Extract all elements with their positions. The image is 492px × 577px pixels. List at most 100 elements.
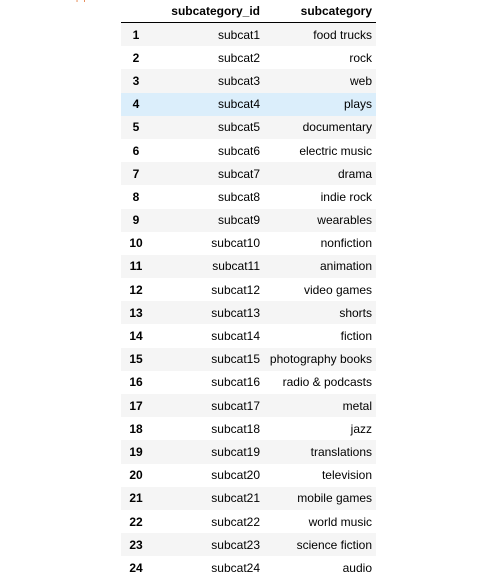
cell-subcategory: indie rock — [320, 189, 372, 204]
cell-subcategory-id: subcat2 — [217, 50, 260, 65]
table-row: 21 subcat21 mobile games — [121, 486, 376, 510]
row-index: 14 — [129, 329, 143, 344]
row-index: 8 — [132, 189, 140, 204]
table-body: 1 subcat1 food trucks 2 subcat2 rock 3 subcat3 w… — [121, 22, 376, 577]
cell-subcategory: web — [349, 73, 372, 88]
table-row: 5 subcat5 documentary — [121, 115, 376, 139]
column-header-subcategory: subcategory — [264, 0, 376, 23]
cell-subcategory-id: subcat13 — [211, 305, 260, 320]
cell-subcategory-id: subcat23 — [211, 537, 260, 552]
cell-subcategory-id: subcat20 — [211, 468, 260, 483]
table-row: 13 subcat13 shorts — [121, 301, 376, 325]
row-index: 10 — [129, 236, 143, 251]
table-row: 22 subcat22 world music — [121, 509, 376, 534]
cell-subcategory-id: subcat11 — [212, 259, 260, 274]
column-header-subcategory-id: subcategory_id — [151, 0, 264, 23]
row-index: 22 — [129, 514, 143, 529]
row-index: 11 — [129, 259, 143, 274]
cell-subcategory: plays — [343, 97, 372, 112]
dataframe-table: subcategory_id subcategory 1 subcat1 food … — [121, 0, 376, 577]
row-index: 23 — [129, 537, 143, 552]
table-row: 18 subcat18 jazz — [121, 417, 376, 441]
row-index: 2 — [132, 50, 140, 65]
table-row: 20 subcat20 television — [121, 463, 376, 487]
table-row: 7 subcat7 drama — [121, 162, 376, 186]
table-row: 10 subcat10 nonfiction — [121, 231, 376, 255]
table-row: 17 subcat17 metal — [121, 394, 376, 418]
cell-subcategory: television — [321, 468, 372, 483]
cell-prompt-fragment: [ ] — [76, 0, 102, 2]
cell-subcategory-id: subcat24 — [211, 560, 260, 575]
cell-subcategory: rock — [349, 50, 372, 65]
row-index: 9 — [132, 213, 140, 228]
table-row: 12 subcat12 video games — [121, 278, 376, 302]
row-index: 1 — [132, 27, 140, 42]
table-row: 15 subcat15 photography books — [121, 347, 376, 371]
table-row: 14 subcat14 fiction — [121, 324, 376, 348]
cell-subcategory: wearables — [317, 213, 372, 228]
cell-subcategory: photography books — [269, 352, 372, 367]
row-index: 20 — [129, 468, 143, 483]
header-row: subcategory_id subcategory — [121, 0, 376, 23]
table-row: 9 subcat9 wearables — [121, 208, 376, 232]
table-header: subcategory_id subcategory — [121, 0, 376, 23]
row-index: 13 — [129, 305, 143, 320]
cell-subcategory: audio — [342, 560, 372, 575]
cell-subcategory: metal — [342, 398, 372, 413]
table-row: 1 subcat1 food trucks — [121, 22, 376, 47]
cell-subcategory-id: subcat15 — [211, 352, 260, 367]
cell-subcategory-id: subcat21 — [211, 491, 260, 506]
cell-subcategory: documentary — [302, 120, 372, 135]
cell-subcategory-id: subcat12 — [211, 282, 260, 297]
cell-subcategory-id: subcat10 — [211, 236, 260, 251]
cell-subcategory-id: subcat3 — [217, 73, 260, 88]
cell-subcategory: mobile games — [297, 491, 372, 506]
table-row: 8 subcat8 indie rock — [121, 185, 376, 209]
table-row: 4 subcat4 plays — [121, 92, 376, 116]
cell-subcategory-id: subcat14 — [211, 329, 260, 344]
table-row: 24 subcat24 audio — [121, 556, 376, 577]
cell-subcategory: world music — [308, 514, 372, 529]
index-header — [121, 0, 151, 23]
cell-subcategory: video games — [303, 282, 372, 297]
row-index: 4 — [132, 97, 140, 112]
table-row: 19 subcat19 translations — [121, 440, 376, 464]
cell-subcategory-id: subcat18 — [211, 421, 260, 436]
cell-subcategory-id: subcat9 — [217, 213, 260, 228]
cell-subcategory: fiction — [340, 329, 372, 344]
table-row: 11 subcat11 animation — [121, 254, 376, 279]
row-index: 12 — [129, 282, 143, 297]
notebook-output-area: [ ] subcategory_id subcategory 1 subcat1 f… — [0, 0, 492, 577]
cell-subcategory: jazz — [350, 421, 372, 436]
table-row: 16 subcat16 radio & podcasts — [121, 370, 376, 394]
cell-subcategory: food trucks — [313, 27, 372, 42]
row-index: 17 — [129, 398, 143, 413]
cell-subcategory: electric music — [299, 143, 372, 158]
row-index: 15 — [129, 352, 143, 367]
cell-subcategory-id: subcat16 — [211, 375, 260, 390]
row-index: 24 — [129, 560, 143, 575]
row-index: 16 — [129, 375, 143, 390]
cell-subcategory: shorts — [339, 305, 372, 320]
cell-subcategory-id: subcat7 — [217, 166, 260, 181]
cell-subcategory: radio & podcasts — [282, 375, 372, 390]
row-index: 3 — [132, 73, 140, 88]
row-index: 19 — [129, 444, 143, 459]
cell-subcategory: drama — [337, 166, 372, 181]
row-index: 6 — [132, 143, 140, 158]
cell-subcategory: science fiction — [296, 537, 372, 552]
cell-subcategory-id: subcat8 — [217, 189, 260, 204]
row-index: 18 — [129, 421, 143, 436]
table-row: 23 subcat23 science fiction — [121, 533, 376, 557]
cell-subcategory-id: subcat17 — [211, 398, 260, 413]
table-row: 3 subcat3 web — [121, 69, 376, 93]
cell-subcategory-id: subcat1 — [217, 27, 260, 42]
cell-subcategory: nonfiction — [320, 236, 372, 251]
cell-subcategory-id: subcat6 — [217, 143, 260, 158]
cell-subcategory-id: subcat4 — [217, 97, 260, 112]
row-index: 5 — [132, 120, 140, 135]
table-row: 6 subcat6 electric music — [121, 138, 376, 163]
table-row: 2 subcat2 rock — [121, 46, 376, 70]
cell-subcategory: translations — [310, 444, 372, 459]
cell-subcategory-id: subcat5 — [217, 120, 260, 135]
